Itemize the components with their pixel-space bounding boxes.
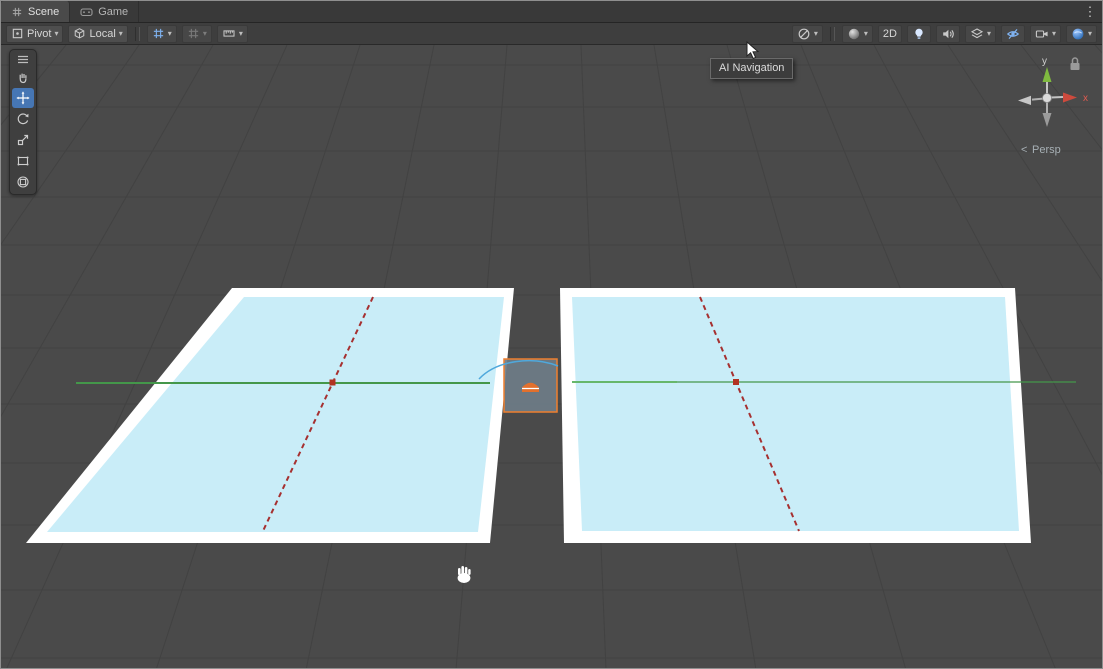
transform-tool-button[interactable] — [12, 172, 34, 192]
unity-scene-window: Scene Game ⋮ Pivot ▾ — [0, 0, 1103, 669]
tab-game-label: Game — [98, 6, 128, 18]
neg-x-axis-cone[interactable] — [1018, 96, 1031, 105]
camera-dropdown-arrow[interactable]: ▾ — [1052, 30, 1056, 38]
persp-toggle[interactable]: < Persp — [1021, 144, 1061, 156]
camera-settings-button[interactable]: ▾ — [1030, 25, 1061, 43]
layers-icon — [970, 27, 984, 41]
effects-button[interactable]: ▾ — [965, 25, 996, 43]
grid-snap-icon — [152, 27, 165, 40]
tab-menu-button[interactable]: ⋮ — [1082, 3, 1098, 21]
lighting-toggle-button[interactable] — [907, 25, 931, 43]
gizmo-x-label: x — [1083, 93, 1088, 104]
court-right-surface[interactable] — [572, 297, 1019, 531]
neg-y-axis-cone[interactable] — [1043, 113, 1052, 127]
overlay-menu-button[interactable] — [12, 52, 34, 66]
red-marker-right — [733, 379, 739, 385]
hand-tool-button[interactable] — [12, 67, 34, 87]
ruler-icon — [222, 27, 236, 40]
pivot-icon — [11, 27, 24, 40]
rotate-tool-button[interactable] — [12, 109, 34, 129]
hand-tool-icon — [16, 70, 30, 84]
mouse-cursor-icon — [746, 41, 760, 61]
shaded-sphere-icon — [847, 27, 861, 41]
tab-bar: Scene Game ⋮ — [1, 1, 1102, 23]
pivot-label: Pivot — [27, 26, 51, 42]
tooltip-text: AI Navigation — [719, 62, 784, 74]
grid-visibility-icon — [187, 27, 200, 40]
lightbulb-icon — [912, 27, 926, 41]
scene-viewport[interactable] — [1, 45, 1103, 669]
grid-snap-button[interactable]: ▾ — [147, 25, 177, 43]
tools-overlay — [9, 49, 37, 195]
scale-tool-icon — [16, 133, 30, 147]
component-tools-button[interactable]: ▾ — [1066, 25, 1097, 43]
scene-grid-icon — [11, 6, 23, 18]
ai-navigation-overlay-button[interactable]: ▾ — [792, 25, 823, 43]
scale-tool-button[interactable] — [12, 130, 34, 150]
toolbar-separator — [830, 27, 835, 41]
gizmo-center-ball[interactable] — [1043, 94, 1052, 103]
gamepad-icon — [80, 6, 93, 18]
shading-dropdown-arrow[interactable]: ▾ — [864, 30, 868, 38]
toolbar-separator — [135, 27, 140, 41]
pivot-dropdown-arrow[interactable]: ▾ — [54, 30, 58, 38]
ai-navigation-dropdown-arrow[interactable]: ▾ — [814, 30, 818, 38]
local-toggle-button[interactable]: Local ▾ — [68, 25, 127, 43]
gizmo-y-label: y — [1042, 56, 1047, 67]
camera-icon — [1035, 27, 1049, 41]
persp-glyph: < — [1021, 144, 1027, 156]
local-cube-icon — [73, 27, 86, 40]
pivot-toggle-button[interactable]: Pivot ▾ — [6, 25, 63, 43]
x-axis-cone[interactable] — [1063, 93, 1077, 103]
grid-visibility-button[interactable]: ▾ — [182, 25, 212, 43]
eye-slash-icon — [1006, 27, 1020, 41]
blue-orb-icon — [1071, 27, 1085, 41]
grid-visibility-dropdown-arrow[interactable]: ▾ — [203, 30, 207, 38]
snap-increment-dropdown-arrow[interactable]: ▾ — [239, 30, 243, 38]
audio-toggle-button[interactable] — [936, 25, 960, 43]
y-axis-cone[interactable] — [1043, 67, 1052, 82]
tab-scene-label: Scene — [28, 6, 59, 18]
local-dropdown-arrow[interactable]: ▾ — [119, 30, 123, 38]
2d-label: 2D — [883, 26, 897, 42]
circle-slash-icon — [797, 27, 811, 41]
speaker-icon — [941, 27, 955, 41]
grid-snap-dropdown-arrow[interactable]: ▾ — [168, 30, 172, 38]
tooltip: AI Navigation — [710, 58, 793, 79]
rect-tool-button[interactable] — [12, 151, 34, 171]
shading-mode-button[interactable]: ▾ — [842, 25, 873, 43]
transform-tool-icon — [16, 175, 30, 189]
rect-tool-icon — [16, 154, 30, 168]
scene-visibility-button[interactable] — [1001, 25, 1025, 43]
tab-game[interactable]: Game — [70, 1, 139, 22]
x-axis-stem — [1051, 97, 1063, 98]
red-marker-left — [330, 380, 336, 386]
neg-x-axis-stem — [1032, 99, 1043, 100]
lock-icon[interactable] — [1071, 58, 1080, 70]
snap-increment-button[interactable]: ▾ — [217, 25, 248, 43]
local-label: Local — [89, 26, 115, 42]
effects-dropdown-arrow[interactable]: ▾ — [987, 30, 991, 38]
rotate-tool-icon — [16, 112, 30, 126]
hamburger-icon — [17, 55, 29, 64]
tab-scene[interactable]: Scene — [1, 1, 70, 22]
move-tool-icon — [16, 91, 30, 105]
scene-gizmo: y x < Persp — [1001, 51, 1101, 163]
scene-toolbar: Pivot ▾ Local ▾ ▾ — [1, 23, 1102, 45]
2d-toggle-button[interactable]: 2D — [878, 25, 902, 43]
move-tool-button[interactable] — [12, 88, 34, 108]
component-tools-dropdown-arrow[interactable]: ▾ — [1088, 30, 1092, 38]
persp-label: Persp — [1032, 144, 1061, 156]
